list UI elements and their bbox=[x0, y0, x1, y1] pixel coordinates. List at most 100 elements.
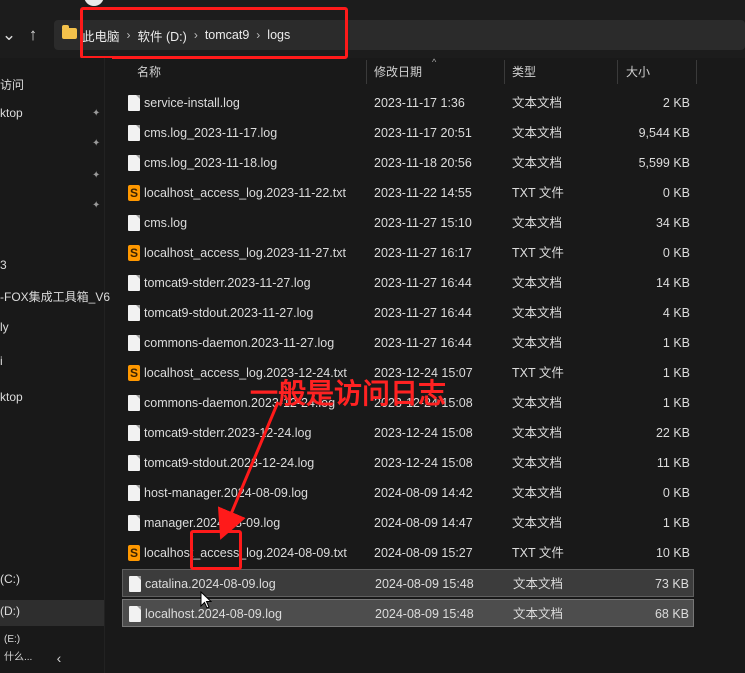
sidebar-item[interactable]: -FOX集成工具箱_V6 bbox=[0, 288, 110, 305]
folder-icon bbox=[62, 25, 77, 39]
file-date: 2024-08-09 15:48 bbox=[375, 607, 474, 621]
file-type: 文本文档 bbox=[512, 96, 563, 110]
file-row[interactable]: commons-daemon.2023-11-27.log 2023-11-27 … bbox=[122, 329, 694, 357]
file-row[interactable]: host-manager.2024-08-09.log 2024-08-09 14… bbox=[122, 479, 694, 507]
file-date: 2023-11-17 20:51 bbox=[374, 126, 472, 140]
pin-icon[interactable]: ✦ bbox=[92, 108, 100, 119]
document-icon bbox=[128, 455, 140, 471]
file-size: 2 KB bbox=[662, 96, 690, 110]
sublime-text-icon bbox=[128, 545, 140, 561]
sidebar-item[interactable]: (D:) bbox=[0, 604, 20, 618]
navigation-pane: 访问 ktop ✦ ✦ ✦ ✦ 3 -FOX集成工具箱_V6ly i ktop (C:) (D:) (E… bbox=[0, 58, 112, 673]
sidebar-item[interactable]: ktop bbox=[0, 390, 23, 404]
file-date: 2024-08-09 15:48 bbox=[375, 577, 474, 591]
file-name: tomcat9-stderr.2023-12-24.log bbox=[144, 426, 312, 440]
arrow-up-icon[interactable]: ↑ bbox=[22, 24, 44, 46]
file-type: 文本文档 bbox=[512, 396, 563, 410]
file-date: 2024-08-09 14:42 bbox=[374, 486, 473, 500]
file-row[interactable]: cms.log 2023-11-27 15:10 文本文档 34 KB bbox=[122, 209, 694, 237]
file-date: 2023-11-27 16:44 bbox=[374, 336, 472, 350]
document-icon bbox=[128, 395, 140, 411]
column-header-size[interactable]: 大小 bbox=[626, 60, 650, 84]
file-date: 2023-11-27 16:44 bbox=[374, 276, 472, 290]
pane-divider[interactable] bbox=[104, 58, 105, 673]
document-icon bbox=[128, 485, 140, 501]
pin-icon[interactable]: ✦ bbox=[92, 170, 100, 181]
sidebar-item[interactable]: (C:) bbox=[0, 572, 20, 586]
file-type: 文本文档 bbox=[513, 607, 564, 621]
pin-icon[interactable]: ✦ bbox=[92, 200, 100, 211]
file-type: 文本文档 bbox=[512, 306, 563, 320]
file-type: 文本文档 bbox=[512, 456, 563, 470]
file-type: TXT 文件 bbox=[512, 246, 564, 260]
file-name: service-install.log bbox=[144, 96, 240, 110]
file-size: 34 KB bbox=[655, 216, 690, 230]
file-name: localhost.2024-08-09.log bbox=[145, 607, 282, 621]
file-type: TXT 文件 bbox=[512, 546, 564, 560]
file-row[interactable]: service-install.log 2023-11-17 1:36 文本文档 2 … bbox=[122, 89, 694, 117]
file-row[interactable]: tomcat9-stdout.2023-11-27.log 2023-11-27 … bbox=[122, 299, 694, 327]
file-name: commons-daemon.2023-11-27.log bbox=[144, 336, 335, 350]
column-header-name[interactable]: 名称 bbox=[137, 60, 161, 84]
file-size: 1 KB bbox=[662, 396, 690, 410]
file-type: 文本文档 bbox=[512, 276, 563, 290]
document-icon bbox=[128, 515, 140, 531]
document-icon bbox=[128, 425, 140, 441]
annotation-text: 一般是访问日志 bbox=[250, 377, 447, 410]
file-size: 11 KB bbox=[656, 456, 690, 470]
file-row[interactable]: tomcat9-stderr.2023-11-27.log 2023-11-27 … bbox=[122, 269, 694, 297]
column-separator[interactable] bbox=[366, 60, 367, 84]
file-size: 22 KB bbox=[655, 426, 690, 440]
file-date: 2023-12-24 15:08 bbox=[374, 426, 473, 440]
pin-icon[interactable]: ✦ bbox=[92, 138, 100, 149]
collapse-chevron-icon[interactable]: ‹ bbox=[46, 647, 72, 669]
address-highlight-box bbox=[80, 7, 348, 59]
chevron-left-icon[interactable]: ⌄ bbox=[0, 24, 20, 46]
file-date: 2023-11-22 14:55 bbox=[374, 186, 472, 200]
file-size: 10 KB bbox=[655, 546, 690, 560]
column-separator[interactable] bbox=[617, 60, 618, 84]
sublime-text-icon bbox=[128, 365, 140, 381]
document-icon bbox=[128, 335, 140, 351]
file-size: 0 KB bbox=[662, 186, 690, 200]
sidebar-item[interactable]: ly bbox=[0, 320, 9, 334]
file-type: 文本文档 bbox=[512, 486, 563, 500]
file-date: 2024-08-09 14:47 bbox=[374, 516, 473, 530]
sidebar-item[interactable]: i bbox=[0, 354, 3, 368]
file-name: localhost_access_log.2024-08-09.txt bbox=[144, 546, 347, 560]
document-icon bbox=[128, 275, 140, 291]
sidebar-item[interactable]: 什么... bbox=[4, 648, 32, 663]
file-row[interactable]: cms.log_2023-11-18.log 2023-11-18 20:56 文本… bbox=[122, 149, 694, 177]
document-icon bbox=[128, 125, 140, 141]
file-name: cms.log_2023-11-18.log bbox=[144, 156, 278, 170]
file-row[interactable]: localhost_access_log.2023-11-22.txt 2023-… bbox=[122, 179, 694, 207]
sublime-text-icon bbox=[128, 185, 140, 201]
access-highlight-box bbox=[190, 530, 242, 570]
file-row[interactable]: localhost_access_log.2023-11-27.txt 2023-… bbox=[122, 239, 694, 267]
column-separator[interactable] bbox=[504, 60, 505, 84]
file-size: 0 KB bbox=[662, 246, 690, 260]
file-size: 68 KB bbox=[654, 607, 689, 621]
sublime-text-icon bbox=[128, 245, 140, 261]
file-name: cms.log bbox=[144, 216, 188, 230]
file-name: tomcat9-stderr.2023-11-27.log bbox=[144, 276, 311, 290]
mouse-cursor-icon bbox=[200, 591, 212, 609]
sidebar-item[interactable]: 3 bbox=[0, 258, 7, 272]
file-row[interactable]: cms.log_2023-11-17.log 2023-11-17 20:51 文本… bbox=[122, 119, 694, 147]
column-header-type[interactable]: 类型 bbox=[512, 60, 536, 84]
column-separator[interactable] bbox=[696, 60, 697, 84]
sidebar-item[interactable]: (E:) bbox=[4, 634, 20, 645]
file-size: 1 KB bbox=[662, 516, 690, 530]
sidebar-item[interactable]: ktop bbox=[0, 106, 23, 120]
document-icon bbox=[128, 305, 140, 321]
column-header-date[interactable]: 修改日期 bbox=[374, 60, 422, 84]
sidebar-item[interactable]: 访问 bbox=[0, 76, 24, 93]
file-size: 73 KB bbox=[654, 577, 689, 591]
file-row[interactable]: tomcat9-stderr.2023-12-24.log 2023-12-24 … bbox=[122, 419, 694, 447]
window-control-circle bbox=[84, 0, 104, 6]
file-size: 9,544 KB bbox=[638, 126, 690, 140]
file-size: 14 KB bbox=[655, 276, 690, 290]
file-type: 文本文档 bbox=[512, 516, 563, 530]
file-row[interactable]: tomcat9-stdout.2023-12-24.log 2023-12-24 … bbox=[122, 449, 694, 477]
document-icon bbox=[128, 215, 140, 231]
